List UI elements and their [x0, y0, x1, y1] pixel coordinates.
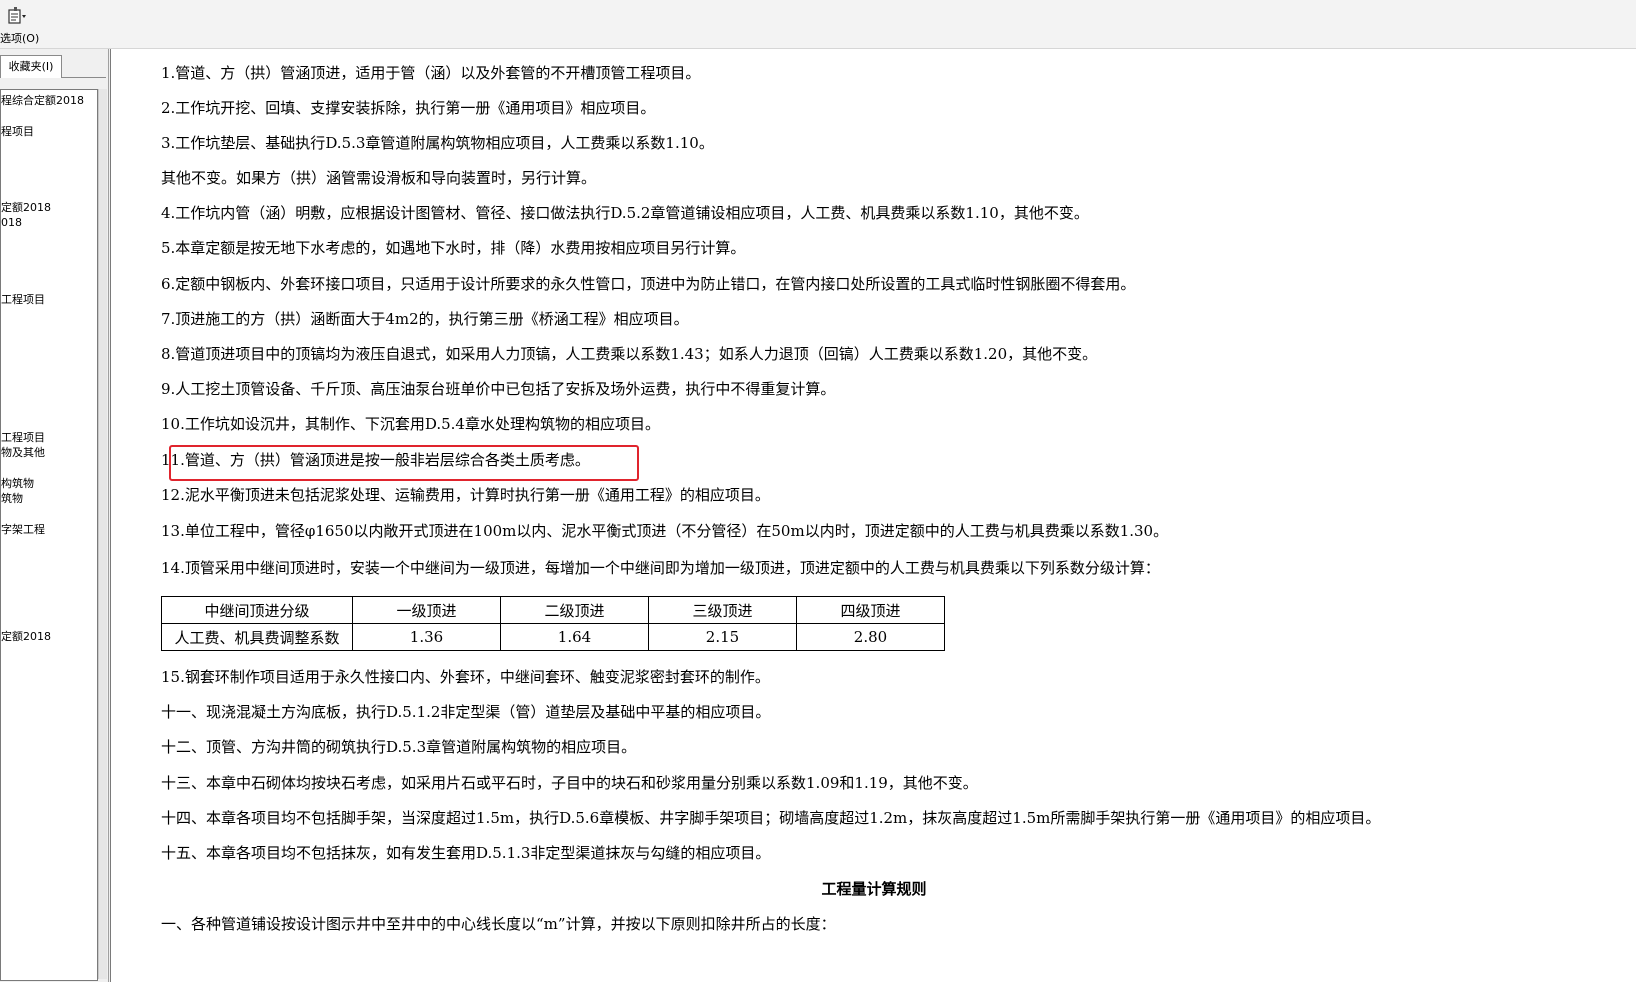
doc-line: 7.顶进施工的方（拱）涵断面大于4m2的，执行第三册《桥涵工程》相应项目。	[161, 310, 689, 328]
table-cell: 一级顶进	[352, 596, 501, 624]
doc-line: 3.工作坑垫层、基础执行D.5.3章管道附属构筑物相应项目，人工费乘以系数1.1…	[161, 134, 714, 152]
tree-item[interactable]: 筑物	[1, 492, 23, 505]
table-cell: 三级顶进	[648, 596, 797, 624]
tree-item[interactable]: 程综合定额2018	[1, 94, 84, 107]
section-heading: 工程量计算规则	[821, 880, 927, 898]
tab-favorites[interactable]: 收藏夹(I)	[0, 55, 62, 78]
table-cell: 2.80	[796, 623, 945, 651]
doc-line: 2.工作坑开挖、回填、支撑安装拆除，执行第一册《通用项目》相应项目。	[161, 99, 656, 117]
table-cell: 1.36	[352, 623, 501, 651]
table-row: 人工费、机具费调整系数 1.36 1.64 2.15 2.80	[161, 623, 945, 651]
document-content: 1.管道、方（拱）管涵顶进，适用于管（涵）以及外套管的不开槽顶管工程项目。 2.…	[110, 49, 1636, 982]
toolbar: 选项(O)	[0, 0, 1636, 49]
doc-line: 13.单位工程中，管径φ1650以内敞开式顶进在100m以内、泥水平衡式顶进（不…	[161, 522, 1169, 540]
doc-line: 一、各种管道铺设按设计图示井中至井中的中心线长度以“m”计算，并按以下原则扣除井…	[161, 915, 836, 933]
doc-line: 十三、本章中石砌体均按块石考虑，如采用片石或平石时，子目中的块石和砂浆用量分别乘…	[161, 774, 978, 792]
options-label: 选项(O)	[0, 32, 40, 45]
doc-line: 其他不变。如果方（拱）涵管需设滑板和导向装置时，另行计算。	[161, 169, 597, 187]
tree-view[interactable]: 程综合定额2018 程项目 定额2018 018 工程项目 工程项目 物及其他 …	[0, 89, 98, 981]
tree-item[interactable]: 018	[1, 216, 22, 229]
options-icon	[8, 7, 26, 24]
doc-line: 十一、现浇混凝土方沟底板，执行D.5.1.2非定型渠（管）道垫层及基础中平基的相…	[161, 703, 771, 721]
left-pane: 收藏夹(I) 程综合定额2018 程项目 定额2018 018 工程项目 工程项…	[0, 49, 109, 982]
tree-scrollbar[interactable]	[98, 89, 107, 979]
tree-item[interactable]: 字架工程	[1, 523, 45, 536]
tree-item[interactable]: 定额2018	[1, 630, 51, 643]
doc-line: 4.工作坑内管（涵）明敷，应根据设计图管材、管径、接口做法执行D.5.2章管道铺…	[161, 204, 1089, 222]
doc-line: 8.管道顶进项目中的顶镐均为液压自退式，如采用人力顶镐，人工费乘以系数1.43；…	[161, 345, 1098, 363]
doc-line: 15.钢套环制作项目适用于永久性接口内、外套环，中继间套环、触变泥浆密封套环的制…	[161, 668, 770, 686]
doc-line: 十五、本章各项目均不包括抹灰，如有发生套用D.5.1.3非定型渠道抹灰与勾缝的相…	[161, 844, 771, 862]
table-cell: 四级顶进	[796, 596, 945, 624]
doc-line: 十二、顶管、方沟井筒的砌筑执行D.5.3章管道附属构筑物的相应项目。	[161, 738, 637, 756]
options-button[interactable]: 选项(O)	[0, 4, 44, 45]
table-cell: 二级顶进	[500, 596, 649, 624]
doc-line: 1.管道、方（拱）管涵顶进，适用于管（涵）以及外套管的不开槽顶管工程项目。	[161, 64, 701, 82]
table-cell: 1.64	[500, 623, 649, 651]
table-header-row: 中继间顶进分级 一级顶进 二级顶进 三级顶进 四级顶进	[161, 596, 945, 624]
coefficient-table: 中继间顶进分级 一级顶进 二级顶进 三级顶进 四级顶进 人工费、机具费调整系数 …	[161, 596, 945, 651]
tree-item[interactable]: 程项目	[1, 125, 34, 138]
table-cell: 2.15	[648, 623, 797, 651]
tree-item[interactable]: 物及其他	[1, 446, 45, 459]
red-highlight-box	[169, 445, 639, 481]
doc-line: 10.工作坑如设沉井，其制作、下沉套用D.5.4章水处理构筑物的相应项目。	[161, 415, 660, 433]
table-cell: 人工费、机具费调整系数	[161, 623, 353, 651]
doc-line: 12.泥水平衡顶进未包括泥浆处理、运输费用，计算时执行第一册《通用工程》的相应项…	[161, 486, 770, 504]
doc-line: 十四、本章各项目均不包括脚手架，当深度超过1.5m，执行D.5.6章模板、井字脚…	[161, 809, 1381, 827]
tab-strip-line	[62, 77, 106, 78]
tree-item[interactable]: 构筑物	[1, 477, 34, 490]
tree-item[interactable]: 定额2018	[1, 201, 51, 214]
tree-item[interactable]: 工程项目	[1, 431, 45, 444]
doc-line: 5.本章定额是按无地下水考虑的，如遇地下水时，排（降）水费用按相应项目另行计算。	[161, 239, 746, 257]
table-cell: 中继间顶进分级	[161, 596, 353, 624]
tree-item[interactable]: 工程项目	[1, 293, 45, 306]
doc-line: 9.人工挖土顶管设备、千斤顶、高压油泵台班单价中已包括了安拆及场外运费，执行中不…	[161, 380, 836, 398]
doc-line: 14.顶管采用中继间顶进时，安装一个中继间为一级顶进，每增加一个中继间即为增加一…	[161, 559, 1160, 577]
doc-line: 6.定额中钢板内、外套环接口项目，只适用于设计所要求的永久性管口，顶进中为防止错…	[161, 275, 1136, 293]
